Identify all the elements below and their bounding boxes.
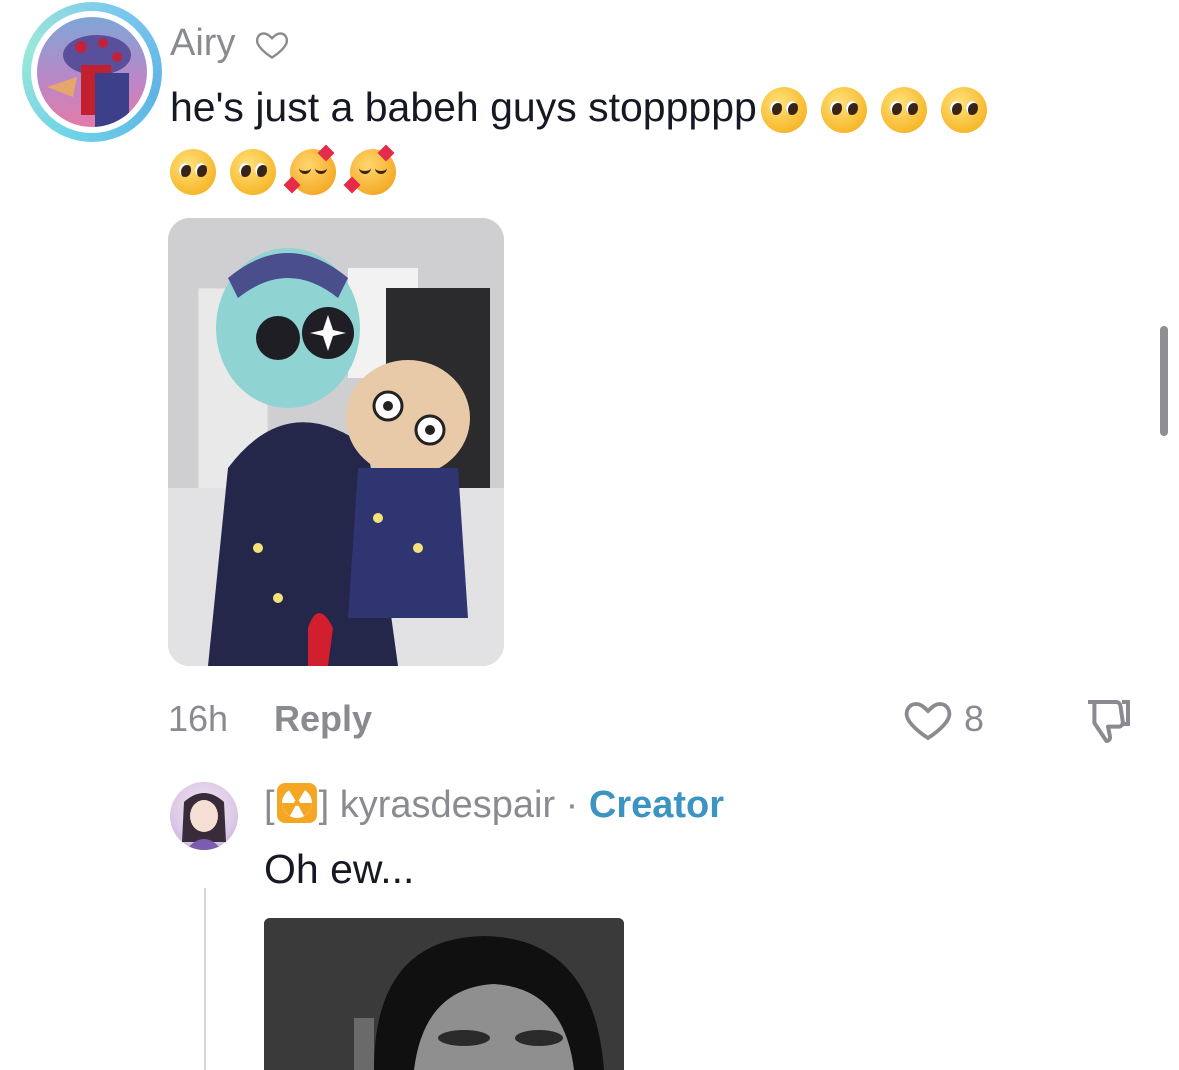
comment-username[interactable]: Airy bbox=[170, 22, 235, 65]
reply-avatar-art bbox=[182, 793, 226, 850]
like-count: 8 bbox=[964, 698, 985, 739]
pleading-face-icon bbox=[820, 87, 867, 134]
pleading-face-icon bbox=[760, 87, 807, 134]
comment-text: he's just a babeh guys stoppppp bbox=[170, 78, 987, 136]
scrollbar[interactable] bbox=[1160, 326, 1168, 436]
avatar[interactable] bbox=[37, 17, 147, 127]
reply-photo[interactable] bbox=[264, 918, 624, 1070]
reply-photo-content bbox=[264, 918, 624, 1070]
radioactive-icon bbox=[276, 782, 317, 823]
comment-photo[interactable] bbox=[168, 218, 504, 666]
reply-avatar[interactable] bbox=[170, 782, 238, 850]
reply-username[interactable]: kyrasdespair bbox=[340, 784, 555, 826]
photo-content bbox=[168, 218, 504, 666]
smiling-face-with-hearts-icon bbox=[343, 144, 396, 196]
reply-button[interactable]: Reply bbox=[274, 698, 372, 740]
pleading-face-icon bbox=[940, 87, 987, 134]
reply-text: Oh ew... bbox=[264, 846, 415, 892]
thread-line bbox=[204, 888, 206, 1070]
dislike-button[interactable] bbox=[1080, 696, 1136, 749]
pleading-face-icon bbox=[880, 87, 927, 134]
separator-dot: · bbox=[565, 784, 579, 826]
reply-header: [] kyrasdespair · Creator bbox=[264, 782, 725, 827]
creator-liked-heart-icon bbox=[254, 26, 290, 67]
heart-outline-icon bbox=[904, 702, 952, 741]
smiling-face-with-hearts-icon bbox=[283, 144, 336, 196]
pleading-face-icon bbox=[230, 149, 276, 196]
comment-timestamp: 16h bbox=[168, 698, 229, 739]
thumbs-down-icon bbox=[1088, 700, 1130, 743]
like-button[interactable] bbox=[902, 694, 954, 747]
comment-text-body: he's just a babeh guys stoppppp bbox=[170, 84, 757, 130]
creator-label: Creator bbox=[588, 784, 725, 826]
badge-bracket-close: ] bbox=[318, 784, 330, 826]
comment-emoji-line bbox=[156, 140, 396, 198]
avatar-art bbox=[47, 35, 131, 127]
badge-bracket-open: [ bbox=[264, 784, 275, 826]
pleading-face-icon bbox=[170, 149, 216, 196]
